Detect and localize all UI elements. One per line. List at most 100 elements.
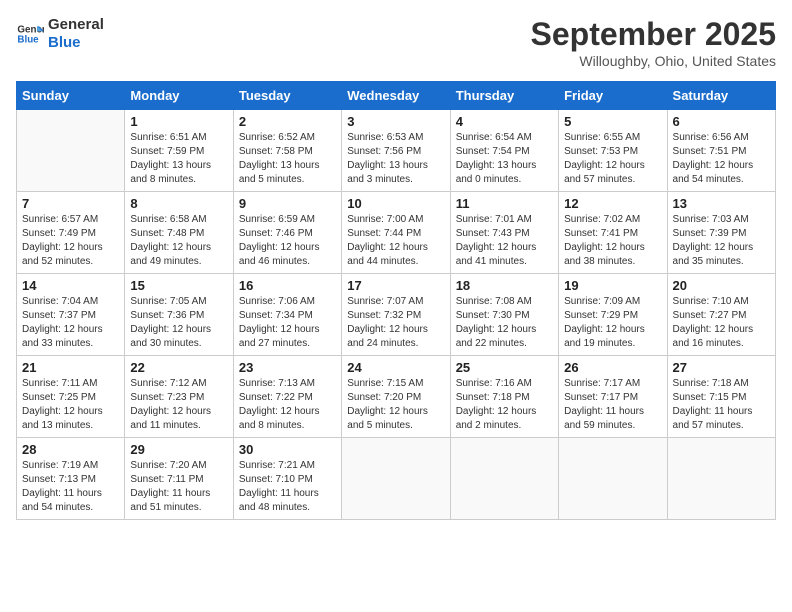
calendar-week-1: 7 Sunrise: 6:57 AMSunset: 7:49 PMDaylight…	[17, 192, 776, 274]
calendar-cell: 14Sunrise: 7:04 AMSunset: 7:37 PMDayligh…	[17, 274, 125, 356]
calendar-cell: 27Sunrise: 7:18 AMSunset: 7:15 PMDayligh…	[667, 356, 775, 438]
svg-text:Blue: Blue	[17, 34, 39, 45]
day-info: Sunrise: 7:12 AMSunset: 7:23 PMDaylight:…	[130, 377, 227, 433]
day-number: 24	[347, 360, 444, 375]
day-info: Sunrise: 7:18 AMSunset: 7:15 PMDaylight:…	[673, 377, 770, 433]
day-number: 8	[130, 196, 227, 211]
day-number: 28	[22, 442, 119, 457]
day-info: Sunrise: 6:51 AMSunset: 7:59 PMDaylight:…	[130, 131, 227, 187]
header-tuesday: Tuesday	[233, 82, 341, 110]
day-number: 21	[22, 360, 119, 375]
calendar-cell: 21Sunrise: 7:11 AMSunset: 7:25 PMDayligh…	[17, 356, 125, 438]
day-number: 19	[564, 278, 661, 293]
day-number: 30	[239, 442, 336, 457]
day-info: Sunrise: 7:20 AMSunset: 7:11 PMDaylight:…	[130, 459, 227, 515]
day-number: 17	[347, 278, 444, 293]
day-info: Sunrise: 7:16 AMSunset: 7:18 PMDaylight:…	[456, 377, 553, 433]
day-number: 23	[239, 360, 336, 375]
day-number: 6	[673, 114, 770, 129]
calendar-cell: 26 Sunrise: 7:17 AMSunset: 7:17 PMDayligh…	[559, 356, 667, 438]
calendar-cell: 5 Sunrise: 6:55 AMSunset: 7:53 PMDaylight…	[559, 110, 667, 192]
day-number: 26	[564, 360, 661, 375]
calendar-cell: 23 Sunrise: 7:13 AMSunset: 7:22 PMDayligh…	[233, 356, 341, 438]
calendar-cell: 29 Sunrise: 7:20 AMSunset: 7:11 PMDayligh…	[125, 438, 233, 520]
calendar-cell: 17Sunrise: 7:07 AMSunset: 7:32 PMDayligh…	[342, 274, 450, 356]
calendar-cell: 2 Sunrise: 6:52 AMSunset: 7:58 PMDaylight…	[233, 110, 341, 192]
day-info: Sunrise: 7:10 AMSunset: 7:27 PMDaylight:…	[673, 295, 770, 351]
calendar-cell: 7 Sunrise: 6:57 AMSunset: 7:49 PMDaylight…	[17, 192, 125, 274]
header-sunday: Sunday	[17, 82, 125, 110]
calendar-cell: 8 Sunrise: 6:58 AMSunset: 7:48 PMDaylight…	[125, 192, 233, 274]
day-info: Sunrise: 7:13 AMSunset: 7:22 PMDaylight:…	[239, 377, 336, 433]
calendar-cell	[342, 438, 450, 520]
day-info: Sunrise: 6:57 AMSunset: 7:49 PMDaylight:…	[22, 213, 119, 269]
calendar-cell: 22 Sunrise: 7:12 AMSunset: 7:23 PMDayligh…	[125, 356, 233, 438]
day-number: 22	[130, 360, 227, 375]
calendar-header-row: SundayMondayTuesdayWednesdayThursdayFrid…	[17, 82, 776, 110]
day-info: Sunrise: 7:17 AMSunset: 7:17 PMDaylight:…	[564, 377, 661, 433]
header-saturday: Saturday	[667, 82, 775, 110]
day-number: 13	[673, 196, 770, 211]
calendar-cell: 28 Sunrise: 7:19 AMSunset: 7:13 PMDayligh…	[17, 438, 125, 520]
logo-icon: General Blue	[16, 20, 44, 48]
calendar-subtitle: Willoughby, Ohio, United States	[531, 53, 776, 69]
day-number: 25	[456, 360, 553, 375]
day-info: Sunrise: 7:09 AMSunset: 7:29 PMDaylight:…	[564, 295, 661, 351]
day-info: Sunrise: 6:56 AMSunset: 7:51 PMDaylight:…	[673, 131, 770, 187]
day-info: Sunrise: 6:52 AMSunset: 7:58 PMDaylight:…	[239, 131, 336, 187]
calendar-title: September 2025	[531, 16, 776, 53]
day-number: 20	[673, 278, 770, 293]
day-number: 4	[456, 114, 553, 129]
day-number: 16	[239, 278, 336, 293]
title-block: September 2025 Willoughby, Ohio, United …	[531, 16, 776, 69]
calendar-cell: 24Sunrise: 7:15 AMSunset: 7:20 PMDayligh…	[342, 356, 450, 438]
calendar-week-3: 21Sunrise: 7:11 AMSunset: 7:25 PMDayligh…	[17, 356, 776, 438]
calendar-cell	[667, 438, 775, 520]
calendar-week-4: 28 Sunrise: 7:19 AMSunset: 7:13 PMDayligh…	[17, 438, 776, 520]
day-number: 15	[130, 278, 227, 293]
calendar-cell: 13 Sunrise: 7:03 AMSunset: 7:39 PMDayligh…	[667, 192, 775, 274]
day-info: Sunrise: 6:58 AMSunset: 7:48 PMDaylight:…	[130, 213, 227, 269]
calendar-week-0: 1 Sunrise: 6:51 AMSunset: 7:59 PMDaylight…	[17, 110, 776, 192]
day-info: Sunrise: 7:01 AMSunset: 7:43 PMDaylight:…	[456, 213, 553, 269]
day-info: Sunrise: 7:05 AMSunset: 7:36 PMDaylight:…	[130, 295, 227, 351]
day-info: Sunrise: 7:19 AMSunset: 7:13 PMDaylight:…	[22, 459, 119, 515]
calendar-cell: 19 Sunrise: 7:09 AMSunset: 7:29 PMDayligh…	[559, 274, 667, 356]
day-number: 29	[130, 442, 227, 457]
day-number: 11	[456, 196, 553, 211]
calendar-cell: 9Sunrise: 6:59 AMSunset: 7:46 PMDaylight…	[233, 192, 341, 274]
day-info: Sunrise: 6:53 AMSunset: 7:56 PMDaylight:…	[347, 131, 444, 187]
calendar-cell: 3 Sunrise: 6:53 AMSunset: 7:56 PMDaylight…	[342, 110, 450, 192]
day-number: 18	[456, 278, 553, 293]
calendar-cell: 15 Sunrise: 7:05 AMSunset: 7:36 PMDayligh…	[125, 274, 233, 356]
logo-text: General Blue	[48, 16, 104, 52]
day-number: 10	[347, 196, 444, 211]
calendar-cell: 6 Sunrise: 6:56 AMSunset: 7:51 PMDaylight…	[667, 110, 775, 192]
day-info: Sunrise: 6:55 AMSunset: 7:53 PMDaylight:…	[564, 131, 661, 187]
day-number: 12	[564, 196, 661, 211]
calendar-cell: 30Sunrise: 7:21 AMSunset: 7:10 PMDayligh…	[233, 438, 341, 520]
calendar-cell: 18 Sunrise: 7:08 AMSunset: 7:30 PMDayligh…	[450, 274, 558, 356]
day-number: 1	[130, 114, 227, 129]
day-number: 5	[564, 114, 661, 129]
calendar-cell: 11 Sunrise: 7:01 AMSunset: 7:43 PMDayligh…	[450, 192, 558, 274]
day-number: 7	[22, 196, 119, 211]
calendar-cell	[559, 438, 667, 520]
calendar-cell: 25 Sunrise: 7:16 AMSunset: 7:18 PMDayligh…	[450, 356, 558, 438]
header-thursday: Thursday	[450, 82, 558, 110]
calendar-cell: 10 Sunrise: 7:00 AMSunset: 7:44 PMDayligh…	[342, 192, 450, 274]
calendar-table: SundayMondayTuesdayWednesdayThursdayFrid…	[16, 81, 776, 520]
page-header: General Blue General Blue September 2025…	[16, 16, 776, 69]
day-info: Sunrise: 7:00 AMSunset: 7:44 PMDaylight:…	[347, 213, 444, 269]
day-info: Sunrise: 7:03 AMSunset: 7:39 PMDaylight:…	[673, 213, 770, 269]
calendar-cell: 1 Sunrise: 6:51 AMSunset: 7:59 PMDaylight…	[125, 110, 233, 192]
day-number: 2	[239, 114, 336, 129]
day-number: 3	[347, 114, 444, 129]
calendar-week-2: 14Sunrise: 7:04 AMSunset: 7:37 PMDayligh…	[17, 274, 776, 356]
calendar-cell: 20 Sunrise: 7:10 AMSunset: 7:27 PMDayligh…	[667, 274, 775, 356]
day-info: Sunrise: 7:08 AMSunset: 7:30 PMDaylight:…	[456, 295, 553, 351]
calendar-cell	[17, 110, 125, 192]
header-monday: Monday	[125, 82, 233, 110]
day-info: Sunrise: 7:04 AMSunset: 7:37 PMDaylight:…	[22, 295, 119, 351]
day-info: Sunrise: 6:59 AMSunset: 7:46 PMDaylight:…	[239, 213, 336, 269]
